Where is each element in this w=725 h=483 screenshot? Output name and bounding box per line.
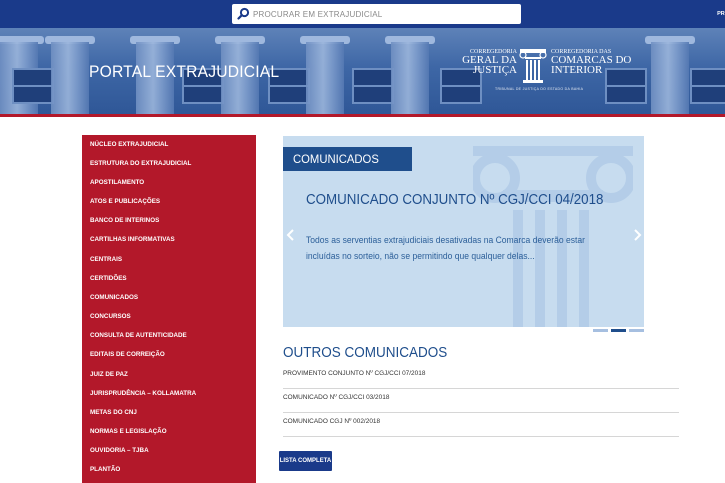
logo-left-large: GERAL DA JUSTIÇA	[462, 55, 517, 76]
carousel-indicator[interactable]	[593, 329, 608, 332]
corregedoria-logo[interactable]: CORREGEDORIA GERAL DA JUSTIÇA CORREGEDOR…	[462, 48, 631, 94]
logo-subtitle: TRIBUNAL DE JUSTIÇA DO ESTADO DA BAHIA	[495, 87, 584, 91]
banner-red-stripe	[0, 114, 725, 117]
comunicado-link[interactable]: COMUNICADO CGJ Nº 002/2018	[283, 418, 380, 425]
sidebar-item-editais-de-correicao[interactable]: EDITAIS DE CORREIÇÃO	[90, 351, 165, 358]
column-decoration	[306, 42, 344, 114]
column-decoration	[651, 42, 689, 114]
outros-comunicados-title: OUTROS COMUNICADOS	[283, 344, 448, 361]
sidebar-item-ouvidoria-tjba[interactable]: OUVIDORIA – TJBA	[90, 447, 149, 454]
carousel-slide-text: Todos as serventias extrajudiciais desat…	[306, 235, 585, 261]
logo-left-line-2: JUSTIÇA	[472, 64, 517, 76]
comunicado-link[interactable]: COMUNICADO Nº CGJ/CCI 03/2018	[283, 394, 389, 401]
lista-completa-button[interactable]: LISTA COMPLETA	[279, 451, 332, 471]
carousel-indicator[interactable]	[629, 329, 644, 332]
carousel-slide-title[interactable]: COMUNICADO CONJUNTO Nº CGJ/CCI 04/2018	[306, 192, 603, 208]
search-icon[interactable]	[237, 7, 250, 20]
sidebar-item-normas-e-legislacao[interactable]: NORMAS E LEGISLAÇÃO	[90, 428, 167, 435]
column-logo-icon	[519, 49, 547, 83]
search-input[interactable]	[253, 6, 473, 22]
sidebar-item-nucleo-extrajudicial[interactable]: NÚCLEO EXTRAJUDICIAL	[90, 141, 168, 148]
window-decoration	[690, 68, 725, 104]
comunicados-carousel[interactable]: COMUNICADOS COMUNICADO CONJUNTO Nº CGJ/C…	[283, 136, 644, 327]
list-item[interactable]: COMUNICADO Nº CGJ/CCI 03/2018	[283, 389, 679, 413]
search-button[interactable]: PROCURAR	[717, 6, 725, 22]
chevron-right-icon[interactable]	[631, 228, 643, 242]
comunicado-link[interactable]: PROVIMENTO CONJUNTO Nº CGJ/CCI 07/2018	[283, 370, 425, 377]
search-box: PROCURAR	[232, 4, 725, 24]
sidebar-item-concursos[interactable]: CONCURSOS	[90, 313, 131, 320]
sidebar-item-juiz-de-paz[interactable]: JUIZ DE PAZ	[90, 371, 128, 378]
sidebar-menu: NÚCLEO EXTRAJUDICIAL ESTRUTURA DO EXTRAJ…	[82, 135, 256, 483]
column-decoration	[51, 42, 89, 114]
logo-right-line-2: INTERIOR	[551, 64, 603, 76]
sidebar-item-plantao[interactable]: PLANTÃO	[90, 466, 120, 473]
sidebar-item-cartilhas-informativas[interactable]: CARTILHAS INFORMATIVAS	[90, 236, 175, 243]
sidebar-item-certidoes[interactable]: CERTIDÕES	[90, 275, 127, 282]
logo-right-large: COMARCAS DO INTERIOR	[551, 55, 631, 76]
portal-title: PORTAL EXTRAJUDICIAL	[89, 62, 280, 81]
sidebar-item-atos-e-publicacoes[interactable]: ATOS E PUBLICAÇÕES	[90, 198, 160, 205]
list-item[interactable]: PROVIMENTO CONJUNTO Nº CGJ/CCI 07/2018	[283, 365, 679, 389]
sidebar-item-metas-do-cnj[interactable]: METAS DO CNJ	[90, 409, 137, 416]
carousel-indicator-active[interactable]	[611, 329, 626, 332]
sidebar-item-estrutura-do-extrajudicial[interactable]: ESTRUTURA DO EXTRAJUDICIAL	[90, 160, 191, 167]
sidebar-item-apostilamento[interactable]: APOSTILAMENTO	[90, 179, 144, 186]
sidebar-item-banco-de-interinos[interactable]: BANCO DE INTERINOS	[90, 217, 159, 224]
carousel-section-label: COMUNICADOS	[283, 147, 412, 171]
sidebar-item-centrais[interactable]: CENTRAIS	[90, 256, 122, 263]
sidebar-item-comunicados[interactable]: COMUNICADOS	[90, 294, 138, 301]
top-bar: PROCURAR	[0, 0, 725, 28]
carousel-label-text: COMUNICADOS	[293, 152, 379, 166]
sidebar-item-consulta-de-autenticidade[interactable]: CONSULTA DE AUTENTICIDADE	[90, 332, 187, 339]
chevron-left-icon[interactable]	[285, 228, 297, 242]
list-item[interactable]: COMUNICADO CGJ Nº 002/2018	[283, 413, 679, 437]
window-decoration	[12, 68, 54, 104]
header-banner: PORTAL EXTRAJUDICIAL CORREGEDORIA GERAL …	[0, 28, 725, 114]
window-decoration	[352, 68, 394, 104]
sidebar-item-jurisprudencia-kollamatra[interactable]: JURISPRUDÊNCIA – KOLLAMATRA	[90, 390, 196, 397]
column-decoration	[391, 42, 429, 114]
